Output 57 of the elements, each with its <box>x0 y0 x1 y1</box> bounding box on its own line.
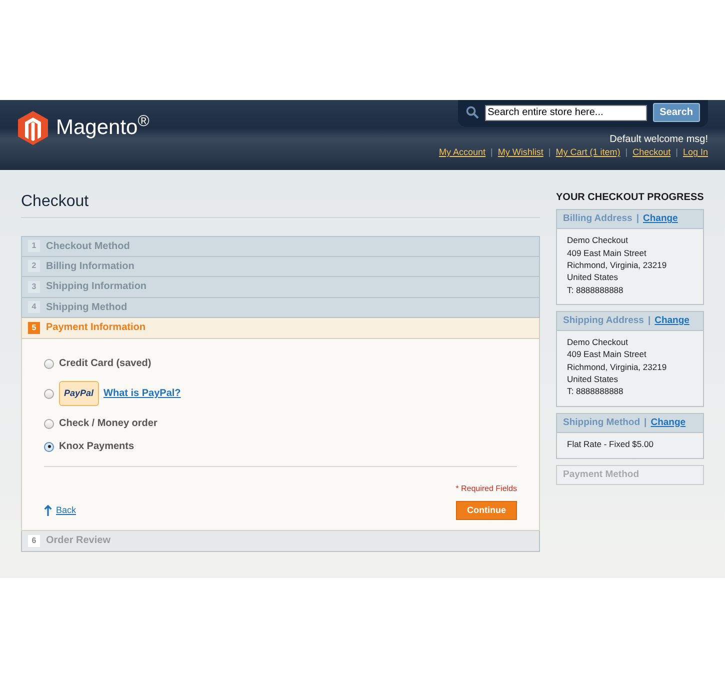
step-number: 5 <box>28 322 40 334</box>
step-label: Checkout Method <box>46 240 130 254</box>
step-label: Payment Information <box>46 321 146 336</box>
step-label: Shipping Information <box>46 280 147 294</box>
separator: | <box>648 314 651 326</box>
change-link[interactable]: Change <box>643 213 678 224</box>
link-separator: | <box>548 146 551 159</box>
radio-button[interactable] <box>44 358 54 368</box>
step-header[interactable]: 5 Payment Information <box>21 318 540 338</box>
welcome-message: Default welcome msg! <box>610 133 708 147</box>
change-link[interactable]: Change <box>650 416 686 428</box>
header-link[interactable]: Log In <box>682 146 708 160</box>
link-separator: | <box>676 146 678 159</box>
section-title: Shipping Method <box>563 416 640 428</box>
header-link[interactable]: My Account <box>439 146 486 160</box>
search-button[interactable]: Search <box>652 103 700 122</box>
header-link[interactable]: My Wishlist <box>498 146 544 160</box>
radio-button[interactable] <box>44 388 54 398</box>
logo-icon <box>18 111 48 145</box>
address-text: Demo Checkout 409 East Main Street Richmond, Virginia, 23219 United States T: 8888888888 <box>566 234 668 296</box>
payment-option-label[interactable]: Check / Money order <box>59 416 158 431</box>
up-arrow-icon <box>44 504 52 516</box>
step-number: 6 <box>28 534 40 547</box>
section-title: Payment Method <box>563 469 640 480</box>
link-separator: | <box>625 146 628 159</box>
separator: | <box>644 416 647 428</box>
step-number: 1 <box>28 240 40 252</box>
link-separator: | <box>490 146 493 159</box>
paypal-logo: PayPal <box>59 380 99 406</box>
payment-option-label[interactable]: Knox Payments <box>59 439 134 454</box>
address-text: Flat Rate - Fixed $5.00 <box>566 438 654 451</box>
page-title: Checkout <box>21 190 540 218</box>
progress-title: YOUR CHECKOUT PROGRESS <box>556 191 704 205</box>
step-label: Order Review <box>46 534 110 548</box>
header-link[interactable]: Checkout <box>632 146 671 160</box>
step-number: 4 <box>28 301 40 314</box>
separator: | <box>636 213 639 224</box>
step-label: Billing Information <box>46 260 134 274</box>
change-link[interactable]: Change <box>654 314 690 326</box>
required-note: * Required Fields <box>454 482 517 494</box>
radio-button[interactable] <box>44 418 54 428</box>
paypal-info-link[interactable]: What is PayPal? <box>104 386 181 401</box>
back-link[interactable]: Back <box>44 504 76 517</box>
step-label: Shipping Method <box>46 300 128 315</box>
logo-text: Magento$^{®}$ <box>56 112 150 142</box>
search-icon <box>466 106 479 119</box>
continue-button[interactable]: Continue <box>456 500 517 520</box>
address-text: Demo Checkout 409 East Main Street Richmond, Virginia, 23219 United States T: 8888888888 <box>566 336 668 398</box>
radio-button[interactable] <box>44 442 54 452</box>
step-number: 3 <box>28 280 40 293</box>
header-link[interactable]: My Cart (1 item) <box>556 146 620 160</box>
payment-option-label[interactable]: Credit Card (saved) <box>59 356 152 371</box>
section-title: Billing Address <box>563 213 632 224</box>
search-field[interactable]: Search entire store here... <box>484 104 647 120</box>
step-number: 2 <box>28 260 40 272</box>
section-title: Shipping Address <box>563 314 644 326</box>
step-header[interactable]: 6 Order Review <box>21 531 540 552</box>
